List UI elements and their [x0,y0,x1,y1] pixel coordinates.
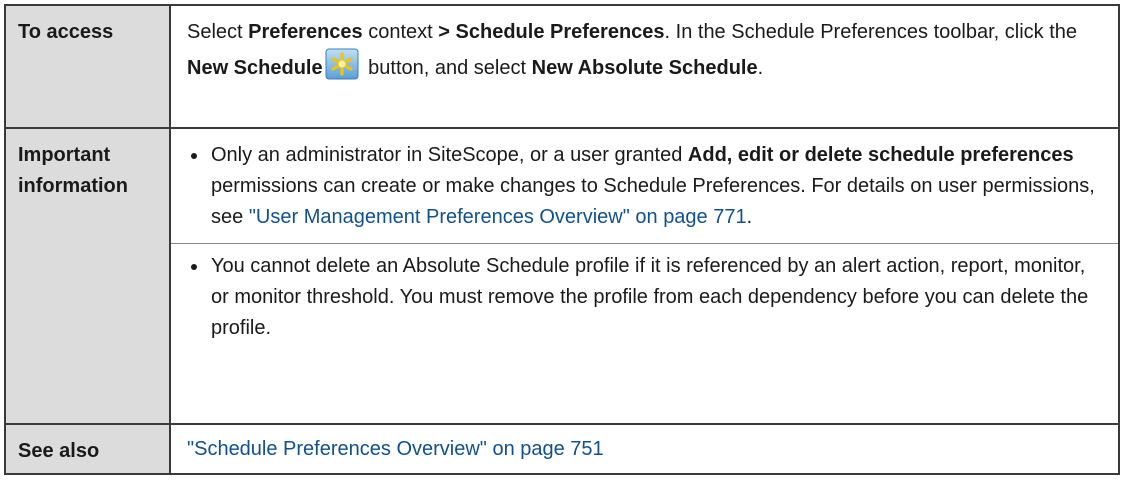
row-label: See also [4,423,171,475]
row-to-access: To access Select Preferences context > S… [4,4,1120,129]
ui-term: > Schedule Preferences [438,21,665,43]
list-item: You cannot delete an Absolute Schedule p… [171,243,1118,344]
text-run: button, and select [362,57,532,79]
ui-term: New Schedule [187,57,323,79]
ui-term: Add, edit or delete schedule preferences [687,144,1074,166]
row-content: Select Preferences context > Schedule Pr… [169,4,1120,129]
row-see-also: See also "Schedule Preferences Overview"… [4,423,1120,475]
row-label: Important information [4,127,171,425]
text-run: . [746,206,753,228]
bullet-list: Only an administrator in SiteScope, or a… [171,140,1118,344]
text-run: Select [187,21,249,43]
text-run: . In the Schedule Preferences toolbar, c… [664,21,1077,43]
text-run: Only an administrator in SiteScope, or a… [211,144,688,166]
cross-reference-link[interactable]: "User Management Preferences Overview" o… [249,206,747,228]
text-run: context [362,21,439,43]
row-content: "Schedule Preferences Overview" on page … [169,423,1120,475]
row-content: Only an administrator in SiteScope, or a… [169,127,1120,425]
text-run: . [757,57,764,79]
cross-reference-link[interactable]: "Schedule Preferences Overview" on page … [187,438,604,460]
ui-term: New Absolute Schedule [531,57,758,79]
row-important-information: Important information Only an administra… [4,127,1120,425]
list-item: Only an administrator in SiteScope, or a… [187,140,1106,233]
row-label: To access [4,4,171,129]
ui-term: Preferences [248,21,363,43]
new-schedule-icon [325,48,359,80]
info-table: To access Select Preferences context > S… [4,4,1120,475]
